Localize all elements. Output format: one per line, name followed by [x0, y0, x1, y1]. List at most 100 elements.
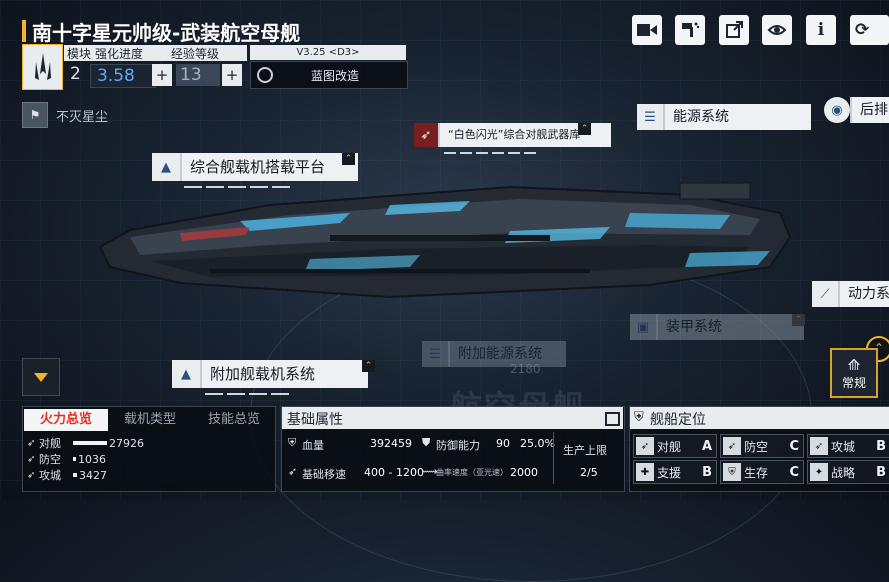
mode-button[interactable]: ⟰ 常规 [830, 348, 878, 398]
shield-icon: ⛨ [723, 463, 741, 481]
position-label: 生存 [744, 465, 769, 480]
flash-weapon-tag[interactable]: ➶ “白色闪光”综合对舰武器库 ⌃ [414, 123, 611, 147]
share-button[interactable] [719, 15, 749, 45]
power-system-tag[interactable]: ⟋ 动力系统 [812, 281, 889, 307]
position-grade: C [789, 464, 799, 480]
enhance-value: 3.58 [90, 64, 156, 88]
blueprint-button[interactable]: 蓝图改造 [250, 61, 408, 89]
missile-icon: ➶ [414, 123, 438, 147]
stat-siege: ➶ 攻城 3427 [27, 467, 107, 483]
position-label: 对舰 [657, 439, 682, 454]
view-button[interactable] [762, 15, 792, 45]
enhance-plus-button[interactable]: + [152, 64, 172, 86]
anti-air-icon: ➶ [723, 437, 741, 455]
rear-system-tag[interactable]: ◉ 后排 [824, 97, 889, 123]
engine-icon: ⟋ [812, 281, 838, 307]
stat-bar [73, 441, 107, 445]
position-anti-air: ➶ 防空 C [720, 434, 804, 458]
siege-icon: ➶ [27, 469, 36, 481]
position-grade: B [702, 464, 712, 480]
production-divider [553, 432, 554, 484]
rear-system-label: 后排 [850, 97, 889, 123]
tab-skills[interactable]: 技能总览 [192, 409, 276, 431]
external-link-icon [726, 21, 743, 38]
location-name: 不灭星尘 [56, 110, 109, 125]
down-triangle-icon [34, 372, 48, 382]
module-label: 模块 [67, 46, 92, 61]
mode-label: 常规 [841, 375, 866, 390]
flash-weapon-slots [444, 152, 536, 154]
position-grade: C [789, 438, 799, 454]
position-support: ✚ 支援 B [633, 460, 717, 484]
position-label: 防空 [744, 439, 769, 454]
extra-energy-tag[interactable]: ☰ 附加能源系统 [422, 341, 566, 367]
enhance-label: 强化进度 [95, 46, 144, 61]
version-label: V3.25 <D3> [250, 45, 406, 60]
speed-label: 基础移速 [302, 468, 346, 481]
hp-value: 392459 [370, 437, 412, 450]
expand-icon[interactable] [605, 412, 620, 426]
anti-air-icon: ➶ [27, 453, 36, 465]
warship-icon: ⛨ [634, 410, 644, 425]
position-strategy: ✦ 战略 B [807, 460, 889, 484]
exp-label: 经验等级 [171, 46, 220, 61]
production-value: 2/5 [580, 466, 598, 479]
stat-bar [73, 457, 76, 461]
class-emblem-icon [34, 53, 51, 80]
production-label: 生产上限 [563, 444, 607, 457]
eye-scan-icon [767, 25, 787, 35]
warp-label: 曲率速度（亚光速） [436, 468, 508, 477]
module-header-strip: 模块 强化进度 经验等级 [64, 45, 247, 61]
refresh-button[interactable]: ⟳ [850, 15, 889, 45]
exp-plus-button[interactable]: + [222, 64, 242, 86]
exp-value: 13 [176, 64, 220, 86]
position-siege: ➶ 攻城 B [807, 434, 889, 458]
defense-icon: ⛊ [422, 436, 431, 449]
list-icon: ☰ [637, 104, 663, 130]
position-grade: B [876, 464, 886, 480]
stat-bar [73, 473, 77, 477]
energy-system-tag[interactable]: ☰ 能源系统 [637, 104, 811, 130]
extra-carrier-label: 附加舰载机系统 [200, 360, 368, 388]
stat-label: 防空 [39, 453, 61, 466]
paint-button[interactable] [675, 15, 705, 45]
info-icon: i [817, 20, 825, 40]
stat-anti-air: ➶ 防空 1036 [27, 451, 106, 467]
refresh-icon: ⟳ [855, 20, 870, 40]
defense-label: 防御能力 [436, 439, 480, 452]
support-icon: ✚ [636, 463, 654, 481]
tab-aircraft-types[interactable]: 载机类型 [108, 409, 192, 431]
warp-value: 2000 [510, 466, 538, 479]
blueprint-label: 蓝图改造 [311, 68, 360, 83]
anti-ship-icon: ➶ [636, 437, 654, 455]
hp-label: 血量 [302, 439, 324, 452]
stat-label: 对舰 [39, 437, 61, 450]
position-anti-ship: ➶ 对舰 A [633, 434, 717, 458]
blueprint-gear-icon [257, 67, 273, 83]
stat-value: 1036 [78, 452, 106, 466]
triangle-formation-icon: ▲ [172, 360, 200, 388]
carrier-ship-model[interactable] [90, 175, 810, 325]
positioning-title: 舰船定位 [650, 412, 706, 428]
stat-value: 27926 [109, 436, 144, 450]
target-icon: ◉ [824, 97, 850, 123]
stat-label: 攻城 [39, 469, 61, 482]
paint-sprayer-icon [682, 22, 700, 37]
video-camera-icon [637, 24, 657, 36]
extra-carrier-tag[interactable]: ▲ 附加舰载机系统 ⌃ [172, 360, 375, 388]
list-icon: ☰ [422, 341, 448, 367]
ship-title: 南十字星元帅级-武装航空母舰 [32, 21, 301, 45]
stat-value: 3427 [79, 468, 107, 482]
position-grade: A [701, 438, 712, 454]
upgrade-arrow-icon: ⌃ [362, 360, 375, 372]
collapse-button[interactable] [22, 358, 60, 396]
info-button[interactable]: i [806, 15, 836, 45]
module-value: 2 [70, 64, 81, 84]
tab-firepower[interactable]: 火力总览 [24, 409, 108, 431]
siege-icon: ➶ [810, 437, 828, 455]
upgrade-arrow-icon: ⌃ [342, 153, 355, 165]
title-accent-bar [22, 20, 26, 42]
power-system-label: 动力系统 [838, 281, 889, 307]
speed-value: 400 - 1200 [364, 466, 424, 479]
record-video-button[interactable] [632, 15, 662, 45]
